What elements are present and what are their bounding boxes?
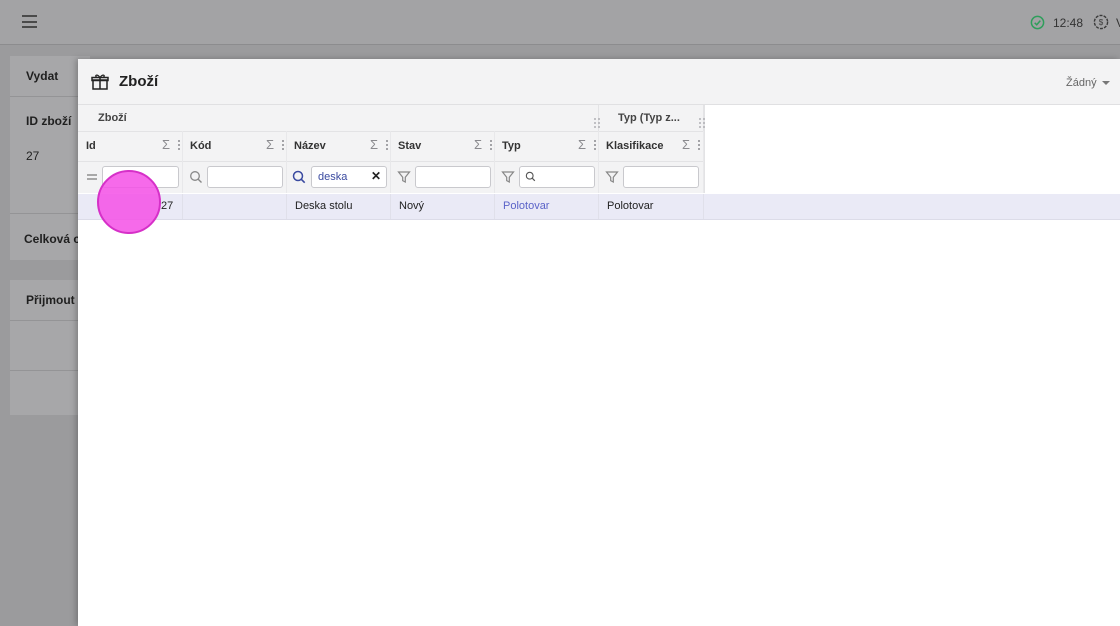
- prijmout-label: Přijmout: [26, 293, 75, 307]
- group-typ[interactable]: Typ (Typ z...: [599, 105, 705, 131]
- filter-icon[interactable]: [397, 170, 411, 184]
- filter-input-klasifikace[interactable]: [623, 166, 699, 188]
- column-menu-icon[interactable]: [594, 140, 596, 152]
- column-header-row: Id Σ Kód Σ Název Σ Stav Σ Typ Σ Klasifik…: [78, 131, 704, 162]
- search-icon: [525, 171, 536, 182]
- column-label: Klasifikace: [606, 140, 664, 152]
- filter-input-typ[interactable]: [519, 166, 595, 188]
- sigma-icon[interactable]: Σ: [682, 137, 690, 152]
- column-header-kod[interactable]: Kód Σ: [182, 131, 287, 161]
- filter-cell-kod: [182, 161, 287, 193]
- hamburger-icon[interactable]: [22, 15, 37, 28]
- box-icon: [91, 74, 109, 90]
- filter-cell-klasifikace: [598, 161, 704, 193]
- dialog-title: Zboží: [119, 73, 159, 90]
- cell-nazev: Deska stolu: [286, 194, 391, 219]
- id-zbozi-value[interactable]: 27: [26, 149, 39, 163]
- column-label: Kód: [190, 140, 212, 152]
- sigma-icon[interactable]: Σ: [266, 137, 274, 152]
- sigma-icon[interactable]: Σ: [370, 137, 378, 152]
- filter-icon[interactable]: [605, 170, 619, 184]
- column-label: Název: [294, 140, 326, 152]
- filter-icon[interactable]: [501, 170, 515, 184]
- filter-cell-typ: [494, 161, 599, 193]
- vydat-label: Vydat: [26, 69, 59, 83]
- search-icon[interactable]: [189, 170, 203, 184]
- id-zbozi-label: ID zboží: [26, 114, 72, 128]
- column-header-nazev[interactable]: Název Σ: [286, 131, 391, 161]
- dialog-header: Zboží Žádný: [78, 59, 1120, 105]
- goods-dialog: Zboží Žádný Zboží Typ (Typ z... Id Σ Kód…: [78, 59, 1120, 626]
- column-header-typ[interactable]: Typ Σ: [494, 131, 599, 161]
- sigma-icon[interactable]: Σ: [162, 137, 170, 152]
- chevron-down-icon[interactable]: [1102, 81, 1110, 85]
- column-menu-icon[interactable]: [386, 140, 388, 152]
- sigma-icon[interactable]: Σ: [578, 137, 586, 152]
- column-header-id[interactable]: Id Σ: [78, 131, 183, 161]
- group-zbozi[interactable]: Zboží: [78, 105, 600, 131]
- clear-filter-icon[interactable]: ✕: [371, 169, 381, 183]
- column-label: Id: [86, 140, 96, 152]
- drag-handle-icon[interactable]: [699, 118, 705, 128]
- gear-dollar-icon[interactable]: $: [1093, 14, 1109, 30]
- search-icon[interactable]: [292, 170, 306, 184]
- grid-header: Zboží Typ (Typ z... Id Σ Kód Σ Název Σ S…: [78, 105, 705, 193]
- column-menu-icon[interactable]: [698, 140, 700, 152]
- view-select[interactable]: Žádný: [1066, 77, 1097, 89]
- column-label: Stav: [398, 140, 422, 152]
- cell-kod: [182, 194, 287, 219]
- cell-stav-value: Nový: [399, 200, 425, 212]
- cell-typ: Polotovar: [494, 194, 599, 219]
- cell-typ-link[interactable]: Polotovar: [503, 200, 549, 212]
- table-row[interactable]: 27 Deska stolu Nový Polotovar Polotovar: [78, 194, 1120, 220]
- column-label: Typ: [502, 140, 521, 152]
- filter-cell-stav: [390, 161, 495, 193]
- clock: 12:48: [1053, 16, 1084, 30]
- cell-nazev-value: Deska stolu: [295, 200, 353, 212]
- touch-indicator: [97, 170, 161, 234]
- check-circle-icon: [1030, 15, 1045, 30]
- top-bar: 12:48 $ V: [0, 0, 1120, 45]
- column-menu-icon[interactable]: [178, 140, 180, 152]
- cell-stav: Nový: [390, 194, 495, 219]
- column-header-klasifikace[interactable]: Klasifikace Σ: [598, 131, 704, 161]
- column-header-stav[interactable]: Stav Σ: [390, 131, 495, 161]
- cell-id-value: 27: [161, 200, 174, 212]
- svg-text:$: $: [1099, 18, 1104, 27]
- column-menu-icon[interactable]: [282, 140, 284, 152]
- group-label: Typ (Typ z...: [618, 112, 680, 124]
- filter-input-kod[interactable]: [207, 166, 283, 188]
- column-menu-icon[interactable]: [490, 140, 492, 152]
- sigma-icon[interactable]: Σ: [474, 137, 482, 152]
- filter-cell-nazev: ✕: [286, 161, 391, 193]
- user-menu[interactable]: V: [1116, 16, 1120, 30]
- cell-klasifikace-value: Polotovar: [607, 200, 654, 212]
- cell-klasifikace: Polotovar: [598, 194, 704, 219]
- filter-row: ✕: [78, 161, 704, 193]
- filter-input-stav[interactable]: [415, 166, 491, 188]
- equals-icon[interactable]: [85, 170, 99, 184]
- column-group-row: Zboží Typ (Typ z...: [78, 105, 705, 132]
- group-label: Zboží: [98, 112, 127, 124]
